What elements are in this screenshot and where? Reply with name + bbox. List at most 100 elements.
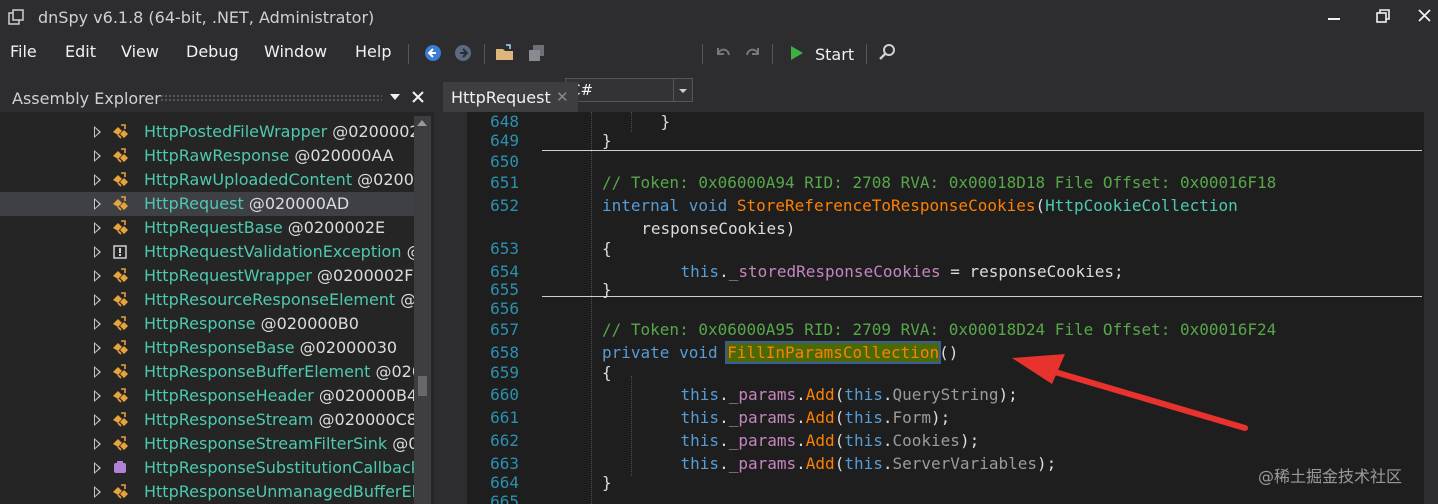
panel-grip[interactable] (160, 94, 382, 102)
code-token: ( (834, 385, 845, 404)
expand-arrow-icon[interactable] (94, 150, 101, 162)
code-editor[interactable]: 648 } 649} 650 651// Token: 0x06000A94 RID:… (467, 112, 1424, 504)
close-icon[interactable] (1410, 4, 1438, 30)
expand-arrow-icon[interactable] (94, 414, 101, 426)
code-token: . (796, 431, 806, 450)
code-token: . (796, 408, 806, 427)
search-icon[interactable] (876, 42, 898, 64)
minimize-icon[interactable] (1320, 4, 1350, 30)
code-token: { (602, 363, 612, 382)
line-number: 664 (490, 473, 519, 492)
code-text: { (602, 239, 612, 258)
code-token: ServerVariables (892, 454, 1038, 473)
menu-file[interactable]: File (10, 42, 37, 61)
code-text: this._params.Add(this.Cookies); (642, 431, 980, 450)
menu-window[interactable]: Window (264, 42, 327, 61)
scroll-up-icon[interactable] (417, 120, 427, 126)
scroll-thumb[interactable] (418, 376, 427, 396)
menu-bar: File Edit View Debug Window Help C# (0, 36, 1438, 102)
tree-item-label: HttpRequestValidationException @0 (144, 242, 414, 261)
save-all-icon[interactable] (526, 42, 548, 64)
tree-item[interactable]: HttpResponseBase @02000030 (0, 336, 414, 360)
code-line: 651 // Token: 0x06000A94 RID: 2708 RVA: 0… (467, 173, 1424, 196)
type-token: @020000B4 (313, 386, 414, 405)
tree-item[interactable]: HttpRawUploadedContent @020000 (0, 168, 414, 192)
open-folder-icon[interactable] (494, 42, 516, 64)
expand-arrow-icon[interactable] (94, 366, 101, 378)
forward-icon[interactable] (452, 42, 474, 64)
tree-item[interactable]: HttpResponseStream @020000C8 (0, 408, 414, 432)
expand-arrow-icon[interactable] (94, 462, 101, 474)
start-icon[interactable] (788, 42, 806, 64)
tree-item-label: HttpResponseSubstitutionCallback (144, 458, 414, 477)
chevron-down-icon[interactable] (673, 79, 692, 101)
expand-arrow-icon[interactable] (94, 486, 101, 498)
expand-arrow-icon[interactable] (94, 318, 101, 330)
redo-icon[interactable] (742, 42, 764, 64)
class-icon (113, 196, 128, 211)
restore-icon[interactable] (1368, 4, 1398, 30)
expand-arrow-icon[interactable] (94, 270, 101, 282)
language-select[interactable]: C# (565, 78, 693, 102)
expand-arrow-icon[interactable] (94, 222, 101, 234)
menu-view[interactable]: View (121, 42, 159, 61)
class-icon (113, 316, 128, 331)
undo-icon[interactable] (712, 42, 734, 64)
type-token: @0200002D (332, 122, 414, 141)
tree-item[interactable]: HttpRequestValidationException @0 (0, 240, 414, 264)
app-icon (8, 9, 24, 25)
menu-edit[interactable]: Edit (65, 42, 96, 61)
dropdown-icon[interactable] (388, 91, 402, 103)
code-token: ); (931, 408, 951, 427)
code-token: this (844, 408, 883, 427)
code-line: 661 this._params.Add(this.Form); (467, 408, 1424, 431)
tab-httprequest[interactable]: HttpRequest ✕ (443, 82, 578, 112)
tree-item[interactable]: HttpResponseStreamFilterSink @02 (0, 432, 414, 456)
type-name: HttpRequest (144, 194, 244, 213)
tree-item[interactable]: HttpResponse @020000B0 (0, 312, 414, 336)
expand-arrow-icon[interactable] (94, 174, 101, 186)
tree-item[interactable]: HttpPostedFileWrapper @0200002D (0, 120, 414, 144)
tree-item[interactable]: HttpResourceResponseElement @02 (0, 288, 414, 312)
code-text: this._params.Add(this.ServerVariables); (642, 454, 1057, 473)
code-text: this._storedResponseCookies = responseCo… (642, 262, 1124, 281)
tree-item[interactable]: HttpResponseHeader @020000B4 (0, 384, 414, 408)
line-number: 662 (490, 431, 519, 450)
menu-debug[interactable]: Debug (186, 42, 239, 61)
tree-item[interactable]: HttpResponseUnmanagedBufferEle (0, 480, 414, 504)
type-name: HttpRequestValidationException (144, 242, 402, 261)
editor-scrollbar[interactable] (1424, 112, 1438, 504)
expand-arrow-icon[interactable] (94, 390, 101, 402)
code-token: ); (959, 431, 980, 450)
expand-arrow-icon[interactable] (94, 198, 101, 210)
start-button[interactable]: Start (815, 45, 854, 64)
expand-arrow-icon[interactable] (94, 294, 101, 306)
code-line: 659 { (467, 363, 1424, 386)
tree-item[interactable]: HttpResponseSubstitutionCallback (0, 456, 414, 480)
code-line: 649} (467, 131, 1424, 154)
close-panel-icon[interactable] (410, 89, 426, 105)
expand-arrow-icon[interactable] (94, 126, 101, 138)
tree-scrollbar[interactable] (414, 116, 431, 504)
tab-label: HttpRequest (451, 88, 551, 107)
tree-item-label: HttpResponseBufferElement @0200 (144, 362, 414, 381)
toolbar-separator (484, 44, 485, 64)
close-tab-icon[interactable]: ✕ (556, 88, 569, 106)
back-icon[interactable] (422, 42, 444, 64)
expand-arrow-icon[interactable] (94, 342, 101, 354)
tree-item[interactable]: HttpRequestBase @0200002E (0, 216, 414, 240)
type-name: HttpResponseSubstitutionCallback (144, 458, 414, 477)
tree-item[interactable]: HttpRequest @020000AD (0, 192, 414, 216)
code-token: Add (805, 385, 835, 404)
tree-item[interactable]: HttpRawResponse @020000AA (0, 144, 414, 168)
type-name: HttpResponseHeader (144, 386, 314, 405)
code-text: } (602, 131, 612, 150)
menu-help[interactable]: Help (355, 42, 391, 61)
tree-item[interactable]: HttpResponseBufferElement @0200 (0, 360, 414, 384)
expand-arrow-icon[interactable] (94, 246, 101, 258)
expand-arrow-icon[interactable] (94, 438, 101, 450)
tree-item[interactable]: HttpRequestWrapper @0200002F (0, 264, 414, 288)
line-number: 650 (490, 152, 519, 171)
code-text: responseCookies) (622, 219, 795, 238)
